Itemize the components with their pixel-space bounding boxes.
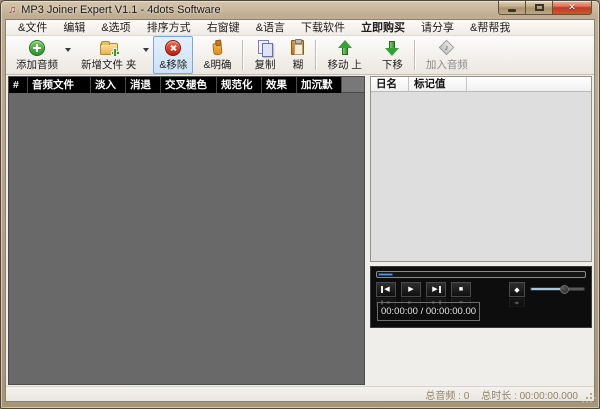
menu-edit[interactable]: 编辑 <box>55 20 93 36</box>
minimize-button[interactable] <box>498 1 526 15</box>
column-header-file[interactable]: 音频文件 <box>28 77 91 93</box>
column-header-tag-name[interactable]: 日名 <box>371 77 409 91</box>
move-down-label: 下移 <box>382 57 403 72</box>
clear-label: &明确 <box>203 57 231 72</box>
right-panel: 日名 标记值 ◀ ▶ ▶ ■ <box>370 76 592 385</box>
new-folder-icon <box>100 39 118 56</box>
toolbar-separator <box>414 40 415 70</box>
play-button[interactable]: ▶ <box>401 282 421 297</box>
file-table-header-filler <box>342 77 364 93</box>
time-display: 00:00:00 / 00:00:00.00 <box>377 302 480 321</box>
menu-share[interactable]: 请分享 <box>413 20 462 36</box>
file-table-header: # 音频文件 淡入 消退 交叉褪色 规范化 效果 加沉默 <box>9 77 364 93</box>
next-button[interactable]: ▶ <box>426 282 446 297</box>
menu-rightclick[interactable]: 右窗键 <box>199 20 248 36</box>
close-icon: ✕ <box>568 2 576 13</box>
move-down-button[interactable]: 下移 <box>376 36 409 74</box>
menu-help[interactable]: &帮帮我 <box>462 20 518 36</box>
stop-icon: ■ <box>459 286 463 293</box>
close-button[interactable]: ✕ <box>553 1 592 15</box>
menu-buy-now[interactable]: 立即购买 <box>353 20 413 36</box>
add-audio-button[interactable]: 添加音频 <box>10 36 64 74</box>
tag-table-header: 日名 标记值 <box>371 77 591 92</box>
toolbar-separator <box>315 40 316 70</box>
remove-label: &移除 <box>159 57 187 72</box>
stop-button[interactable]: ■ <box>451 282 471 297</box>
volume-thumb[interactable] <box>560 285 569 294</box>
column-header-crossfade[interactable]: 交叉褪色 <box>161 77 217 93</box>
copy-label: 复制 <box>254 57 275 72</box>
volume-slider[interactable] <box>530 287 585 291</box>
menu-language[interactable]: &语言 <box>248 20 293 36</box>
new-folder-dropdown-icon[interactable] <box>143 48 149 52</box>
column-header-index[interactable]: # <box>9 77 28 93</box>
main-content: # 音频文件 淡入 消退 交叉褪色 规范化 效果 加沉默 日名 标记值 <box>6 75 594 386</box>
app-icon: ♫ <box>8 5 16 16</box>
column-header-tag-value[interactable]: 标记值 <box>409 77 467 91</box>
audio-player: ◀ ▶ ▶ ■ ◀ ▶ ▶ ■ ◆ ◆ <box>370 266 592 328</box>
toolbar-separator <box>242 40 243 70</box>
new-folder-label: 新增文件 夹 <box>81 57 136 72</box>
minimize-icon <box>508 9 516 12</box>
copy-icon <box>257 39 273 56</box>
mute-button-reflection: ◆ <box>509 298 525 307</box>
add-audio-dropdown-icon[interactable] <box>65 48 71 52</box>
status-bar: 总音频 : 0 总时长 : 00:00:00.000 <box>6 386 594 401</box>
add-audio-icon <box>29 39 45 56</box>
menu-options[interactable]: &选项 <box>93 20 138 36</box>
seek-bar[interactable] <box>376 271 586 278</box>
paste-button[interactable]: 糊 <box>285 36 310 74</box>
paste-icon <box>291 39 304 56</box>
app-window: ♫ MP3 Joiner Expert V1.1 - 4dots Softwar… <box>0 0 600 409</box>
copy-button[interactable]: 复制 <box>248 36 281 74</box>
tag-list-area[interactable] <box>371 92 591 261</box>
remove-button[interactable]: &移除 <box>153 36 193 74</box>
clear-icon <box>213 39 222 56</box>
audio-file-list: # 音频文件 淡入 消退 交叉褪色 规范化 效果 加沉默 <box>8 76 365 385</box>
add-audio-label: 添加音频 <box>16 57 58 72</box>
move-up-button[interactable]: 移动 上 <box>321 36 367 74</box>
resize-grip[interactable] <box>583 390 592 399</box>
toolbar: 添加音频 新增文件 夹 &移除 &明确 复制 <box>6 36 594 75</box>
menu-bar: &文件 编辑 &选项 排序方式 右窗键 &语言 下载软件 立即购买 请分享 &帮… <box>6 20 594 36</box>
join-audio-button[interactable]: ♪ 加入音频 <box>420 36 474 74</box>
play-icon: ▶ <box>408 286 413 293</box>
title-bar[interactable]: ♫ MP3 Joiner Expert V1.1 - 4dots Softwar… <box>1 1 599 19</box>
next-icon: ▶ <box>432 286 437 293</box>
move-down-icon <box>385 39 399 56</box>
maximize-button[interactable] <box>526 1 553 15</box>
seek-thumb[interactable] <box>378 273 393 276</box>
move-up-icon <box>338 39 352 56</box>
column-header-fadeout[interactable]: 消退 <box>126 77 161 93</box>
new-folder-button[interactable]: 新增文件 夹 <box>75 36 142 74</box>
menu-download[interactable]: 下载软件 <box>293 20 353 36</box>
move-up-label: 移动 上 <box>327 57 361 72</box>
menu-file[interactable]: &文件 <box>10 20 55 36</box>
join-audio-label: 加入音频 <box>426 57 468 72</box>
column-header-fadein[interactable]: 淡入 <box>91 77 126 93</box>
previous-button[interactable]: ◀ <box>376 282 396 297</box>
menu-sort[interactable]: 排序方式 <box>139 20 199 36</box>
total-duration-status: 总时长 : 00:00:00.000 <box>481 387 578 402</box>
window-title: MP3 Joiner Expert V1.1 - 4dots Software <box>21 4 220 16</box>
column-header-silence[interactable]: 加沉默 <box>297 77 342 93</box>
paste-label: 糊 <box>293 57 304 72</box>
tag-list: 日名 标记值 <box>370 76 592 262</box>
remove-icon <box>165 39 181 56</box>
volume-icon: ◆ <box>514 286 519 294</box>
join-audio-icon: ♪ <box>439 39 455 56</box>
right-panel-empty-area <box>370 328 592 385</box>
total-audio-status: 总音频 : 0 <box>425 387 469 402</box>
previous-icon: ◀ <box>384 286 389 293</box>
clear-button[interactable]: &明确 <box>197 36 237 74</box>
column-header-normalize[interactable]: 规范化 <box>217 77 262 93</box>
file-list-area[interactable] <box>9 93 364 384</box>
column-header-effects[interactable]: 效果 <box>262 77 297 93</box>
maximize-icon <box>535 4 544 11</box>
mute-button[interactable]: ◆ <box>509 282 525 297</box>
